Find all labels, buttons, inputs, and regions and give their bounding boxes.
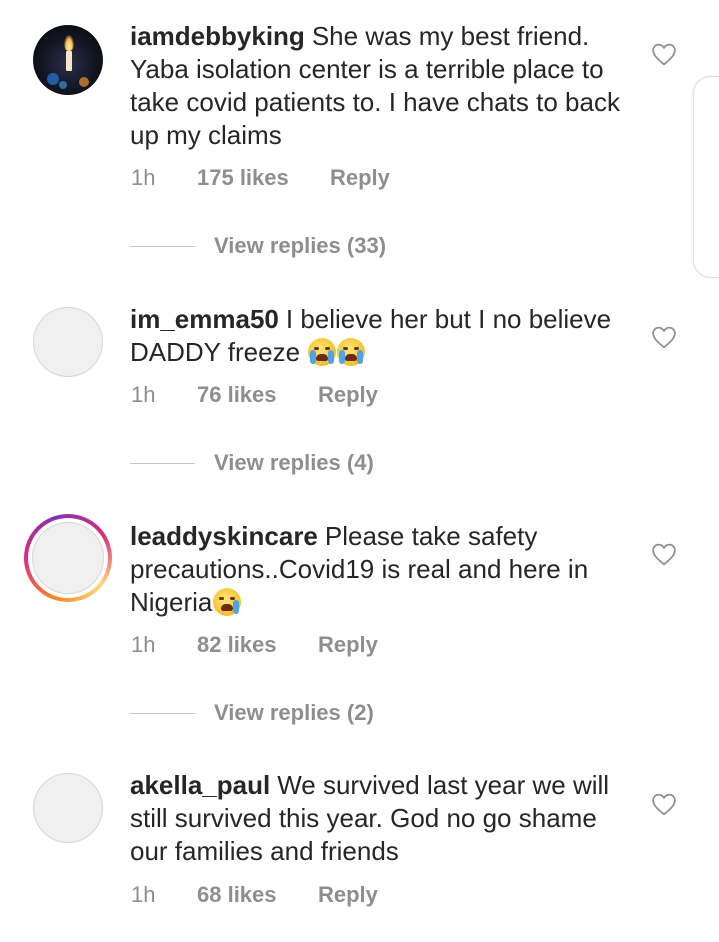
comment-username[interactable]: leaddyskincare bbox=[130, 521, 318, 551]
comment-username[interactable]: akella_paul bbox=[130, 770, 270, 800]
replies-divider bbox=[130, 463, 195, 464]
comment-text: leaddyskincare Please take safety precaut… bbox=[130, 520, 630, 619]
avatar[interactable] bbox=[24, 514, 112, 602]
view-replies-label[interactable]: View replies (4) bbox=[214, 448, 374, 478]
view-replies-label[interactable]: View replies (2) bbox=[214, 698, 374, 728]
avatar[interactable] bbox=[33, 25, 103, 95]
reply-button[interactable]: Reply bbox=[318, 380, 378, 410]
reply-button[interactable]: Reply bbox=[318, 630, 378, 660]
reply-button[interactable]: Reply bbox=[318, 880, 378, 910]
loudly-crying-face-icon bbox=[308, 338, 337, 366]
comment-time: 1h bbox=[131, 882, 156, 907]
crying-face-icon bbox=[213, 588, 242, 616]
avatar[interactable] bbox=[33, 773, 103, 843]
replies-divider bbox=[130, 713, 195, 714]
heart-outline-icon[interactable] bbox=[651, 792, 677, 816]
comment-likes[interactable]: 76 likes bbox=[197, 380, 277, 410]
avatar[interactable] bbox=[33, 307, 103, 377]
comment-time: 1h bbox=[131, 382, 156, 407]
side-panel-edge[interactable] bbox=[693, 76, 719, 278]
replies-divider bbox=[130, 246, 195, 247]
comment-likes[interactable]: 175 likes bbox=[197, 163, 289, 193]
comment-likes[interactable]: 68 likes bbox=[197, 880, 277, 910]
view-replies-label[interactable]: View replies (33) bbox=[214, 231, 386, 261]
comment-text: akella_paul We survived last year we will… bbox=[130, 769, 630, 868]
comment-time: 1h bbox=[131, 632, 156, 657]
comment-time: 1h bbox=[131, 165, 156, 190]
comment-likes[interactable]: 82 likes bbox=[197, 630, 277, 660]
heart-outline-icon[interactable] bbox=[651, 542, 677, 566]
comment-text: iamdebbyking She was my best friend. Yaba… bbox=[130, 20, 630, 152]
comment-username[interactable]: im_emma50 bbox=[130, 304, 279, 334]
loudly-crying-face-icon bbox=[337, 338, 366, 366]
comment-username[interactable]: iamdebbyking bbox=[130, 21, 305, 51]
heart-outline-icon[interactable] bbox=[651, 325, 677, 349]
heart-outline-icon[interactable] bbox=[651, 42, 677, 66]
reply-button[interactable]: Reply bbox=[330, 163, 390, 193]
comment-text: im_emma50 I believe her but I no believe … bbox=[130, 303, 630, 369]
